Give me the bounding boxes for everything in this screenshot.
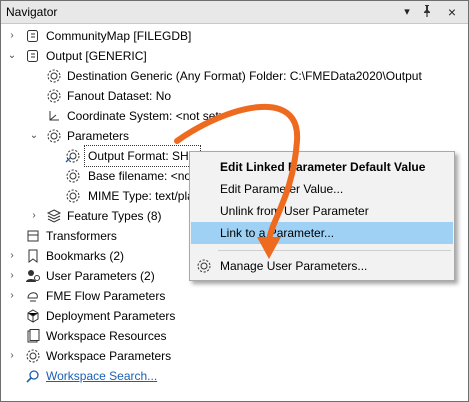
writer-icon	[27, 50, 38, 62]
user-parameter-icon	[26, 270, 40, 282]
menu-separator	[218, 250, 451, 251]
tree-item-label: Bookmarks (2)	[46, 249, 125, 263]
chevron-right-icon[interactable]: ›	[6, 246, 18, 266]
tree-item-label: Output [GENERIC]	[46, 49, 147, 63]
tree-item-coordinate-system[interactable]: Coordinate System: <not set>	[1, 106, 461, 126]
tree-item-label: Destination Generic (Any Format) Folder:…	[67, 69, 422, 83]
menu-item-label: Manage User Parameters...	[220, 259, 368, 273]
resources-icon	[27, 329, 40, 343]
tree-item-output[interactable]: ⌄ Output [GENERIC]	[1, 46, 461, 66]
chevron-down-icon[interactable]: ⌄	[6, 46, 18, 66]
chevron-right-icon[interactable]: ›	[6, 26, 18, 46]
tree-item-label: Deployment Parameters	[46, 309, 176, 323]
dropdown-icon[interactable]: ▾	[399, 4, 415, 20]
tree-item-community-map[interactable]: › CommunityMap [FILEGDB]	[1, 26, 461, 46]
menu-item-manage-user-parameters[interactable]: Manage User Parameters...	[191, 255, 453, 277]
menu-item-link-to-parameter[interactable]: Link to a Parameter...	[191, 222, 453, 244]
layers-icon	[46, 209, 62, 223]
tree-item-label: Parameters	[67, 129, 130, 143]
transformer-icon	[27, 230, 39, 242]
tree-item-label: User Parameters (2)	[46, 269, 155, 283]
workspace-gear-icon	[26, 349, 40, 363]
menu-item-label: Edit Parameter Value...	[220, 182, 344, 196]
close-icon[interactable]: ×	[444, 4, 460, 20]
tree-item-label: Feature Types (8)	[67, 209, 162, 223]
tree-item-workspace-resources[interactable]: Workspace Resources	[1, 326, 461, 346]
fme-flow-icon	[27, 292, 38, 302]
gear-icon	[66, 189, 80, 203]
tree-item-label: Output Format: SHA	[84, 145, 201, 167]
menu-item-edit-linked-default[interactable]: Edit Linked Parameter Default Value	[191, 156, 453, 178]
tree-item-label: Base filename: <not	[88, 169, 195, 183]
tree-item-destination[interactable]: Destination Generic (Any Format) Folder:…	[1, 66, 461, 86]
tree-item-label: FME Flow Parameters	[46, 289, 166, 303]
chevron-right-icon[interactable]: ›	[6, 266, 18, 286]
bookmark-icon	[28, 249, 38, 263]
chevron-down-icon[interactable]: ⌄	[28, 126, 40, 146]
gear-icon	[47, 69, 61, 83]
gear-icon	[197, 259, 211, 273]
tree-item-label: Coordinate System: <not set>	[67, 109, 226, 123]
tree-item-label: Workspace Resources	[46, 329, 167, 343]
linked-parameter-icon	[65, 149, 80, 163]
tree-item-label: Workspace Parameters	[46, 349, 172, 363]
tree-item-fanout[interactable]: Fanout Dataset: No	[1, 86, 461, 106]
pin-icon[interactable]	[419, 4, 435, 20]
menu-item-unlink[interactable]: Unlink from User Parameter	[191, 200, 453, 222]
gear-icon	[66, 169, 80, 183]
menu-item-label: Link to a Parameter...	[220, 226, 335, 240]
menu-item-label: Edit Linked Parameter Default Value	[220, 160, 426, 174]
coordinate-axis-icon	[49, 111, 59, 121]
chevron-right-icon[interactable]: ›	[28, 206, 40, 226]
search-icon	[26, 370, 39, 383]
navigator-window: Navigator ▾ × › CommunityMap [FILEGDB] ⌄…	[0, 0, 469, 402]
gear-icon	[47, 89, 61, 103]
tree-item-fme-flow-parameters[interactable]: › FME Flow Parameters	[1, 286, 461, 306]
menu-item-edit-parameter-value[interactable]: Edit Parameter Value...	[191, 178, 453, 200]
deployment-icon	[27, 309, 39, 323]
title-bar: Navigator ▾ ×	[1, 1, 468, 24]
gear-icon	[47, 129, 61, 143]
tree-item-workspace-search[interactable]: Workspace Search...	[1, 366, 461, 386]
tree-item-label: Transformers	[46, 229, 117, 243]
chevron-right-icon[interactable]: ›	[6, 286, 18, 306]
window-title: Navigator	[6, 5, 58, 19]
tree-item-label: MIME Type: text/pla	[88, 189, 194, 203]
chevron-right-icon[interactable]: ›	[6, 346, 18, 366]
tree-item-parameters[interactable]: ⌄ Parameters	[1, 126, 461, 146]
context-menu: Edit Linked Parameter Default Value Edit…	[189, 151, 455, 281]
tree-item-label: Fanout Dataset: No	[67, 89, 172, 103]
reader-icon	[27, 30, 38, 42]
tree-item-workspace-parameters[interactable]: › Workspace Parameters	[1, 346, 461, 366]
workspace-search-link[interactable]: Workspace Search...	[46, 366, 157, 386]
tree-item-label: CommunityMap [FILEGDB]	[46, 29, 192, 43]
tree-item-deployment-parameters[interactable]: Deployment Parameters	[1, 306, 461, 326]
menu-item-label: Unlink from User Parameter	[220, 204, 369, 218]
